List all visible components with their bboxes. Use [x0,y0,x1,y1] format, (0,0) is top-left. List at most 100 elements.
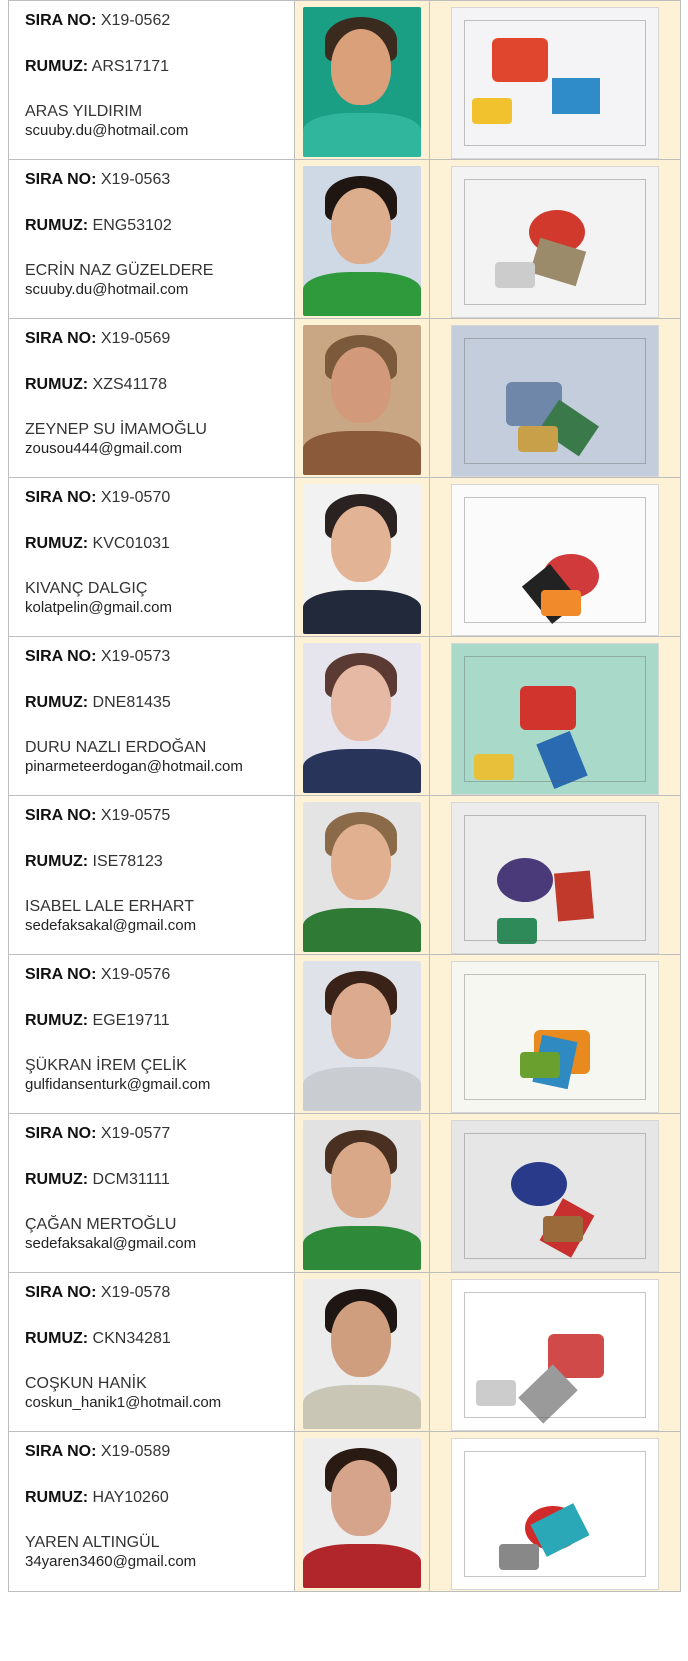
entry-info-cell: SIRA NO: X19-0576 RUMUZ: EGE19711 ŞÜKRAN… [8,954,295,1114]
student-photo-cell [294,1431,430,1592]
photo-face [331,506,391,582]
student-name: YAREN ALTINGÜL [25,1534,160,1551]
student-name: ÇAĞAN MERTOĞLU [25,1216,177,1233]
design-drawing-cell [429,954,681,1114]
entry-info-cell: SIRA NO: X19-0569 RUMUZ: XZS41178 ZEYNEP… [8,318,295,478]
rumuz-line: RUMUZ: EGE19711 [25,1011,294,1030]
photo-shirt [303,1385,421,1429]
sira-no-label: SIRA NO: [25,648,97,665]
sira-no-line: SIRA NO: X19-0577 [25,1124,294,1143]
design-drawing-cell [429,1272,681,1432]
sira-no-value: X19-0563 [100,171,171,188]
entry-row: SIRA NO: X19-0578 RUMUZ: CKN34281 COŞKUN… [8,1272,681,1432]
sira-no-line: SIRA NO: X19-0576 [25,965,294,984]
sira-no-value: X19-0576 [100,966,171,983]
rumuz-value: ARS17171 [91,58,170,75]
email-address: sedefaksakal@gmail.com [25,1235,197,1252]
sira-no-value: X19-0570 [100,489,171,506]
sira-no-label: SIRA NO: [25,1443,97,1460]
email-address: 34yaren3460@gmail.com [25,1553,197,1570]
sira-no-value: X19-0589 [100,1443,171,1460]
photo-face [331,1301,391,1377]
drawing-outline [464,20,646,146]
photo-face [331,29,391,105]
rumuz-line: RUMUZ: ARS17171 [25,57,294,76]
design-drawing-cell [429,159,681,319]
photo-face [331,665,391,741]
email-address: gulfidansenturk@gmail.com [25,1076,211,1093]
design-drawing-cell [429,1431,681,1592]
rumuz-line: RUMUZ: XZS41178 [25,375,294,394]
entry-row: SIRA NO: X19-0576 RUMUZ: EGE19711 ŞÜKRAN… [8,954,681,1114]
sira-no-label: SIRA NO: [25,330,97,347]
student-photo-cell [294,636,430,796]
design-drawing [451,802,659,954]
drawing-outline [464,1133,646,1259]
rumuz-line: RUMUZ: KVC01031 [25,534,294,553]
entry-row: SIRA NO: X19-0577 RUMUZ: DCM31111 ÇAĞAN … [8,1113,681,1273]
rumuz-line: RUMUZ: HAY10260 [25,1488,294,1507]
entry-info-cell: SIRA NO: X19-0575 RUMUZ: ISE78123 ISABEL… [8,795,295,955]
photo-shirt [303,908,421,952]
rumuz-line: RUMUZ: ISE78123 [25,852,294,871]
email-address: kolatpelin@gmail.com [25,599,172,616]
student-photo-cell [294,1272,430,1432]
rumuz-label: RUMUZ: [25,376,89,393]
design-drawing-cell [429,0,681,160]
student-name: ECRİN NAZ GÜZELDERE [25,262,214,279]
sira-no-value: X19-0562 [100,12,171,29]
photo-shirt [303,272,421,316]
drawing-outline [464,338,646,464]
sira-no-line: SIRA NO: X19-0563 [25,170,294,189]
sira-no-label: SIRA NO: [25,12,97,29]
email-address: scuuby.du@hotmail.com [25,122,189,139]
entry-info-cell: SIRA NO: X19-0562 RUMUZ: ARS17171 ARAS Y… [8,0,295,160]
photo-shirt [303,1544,421,1588]
student-name: KIVANÇ DALGIÇ [25,580,148,597]
student-photo [303,802,421,952]
photo-shirt [303,431,421,475]
entry-info-cell: SIRA NO: X19-0589 RUMUZ: HAY10260 YAREN … [8,1431,295,1592]
entry-row: SIRA NO: X19-0570 RUMUZ: KVC01031 KIVANÇ… [8,477,681,637]
rumuz-label: RUMUZ: [25,1171,89,1188]
student-name: ZEYNEP SU İMAMOĞLU [25,421,207,438]
sira-no-line: SIRA NO: X19-0562 [25,11,294,30]
drawing-outline [464,656,646,782]
design-drawing-cell [429,477,681,637]
rumuz-value: KVC01031 [92,535,170,552]
sira-no-value: X19-0573 [100,648,171,665]
sira-no-label: SIRA NO: [25,807,97,824]
rumuz-label: RUMUZ: [25,1012,89,1029]
design-drawing-cell [429,1113,681,1273]
email-address: sedefaksakal@gmail.com [25,917,197,934]
student-photo [303,484,421,634]
design-drawing [451,1438,659,1590]
rumuz-label: RUMUZ: [25,58,89,75]
entry-row: SIRA NO: X19-0562 RUMUZ: ARS17171 ARAS Y… [8,0,681,160]
sira-no-value: X19-0578 [100,1284,171,1301]
sira-no-label: SIRA NO: [25,1125,97,1142]
entry-info-cell: SIRA NO: X19-0573 RUMUZ: DNE81435 DURU N… [8,636,295,796]
entries-table: SIRA NO: X19-0562 RUMUZ: ARS17171 ARAS Y… [8,0,681,1592]
design-drawing [451,484,659,636]
design-drawing [451,166,659,318]
student-photo [303,166,421,316]
sira-no-line: SIRA NO: X19-0569 [25,329,294,348]
entry-row: SIRA NO: X19-0589 RUMUZ: HAY10260 YAREN … [8,1431,681,1592]
sira-no-label: SIRA NO: [25,966,97,983]
rumuz-label: RUMUZ: [25,853,89,870]
rumuz-value: DCM31111 [92,1171,170,1188]
photo-shirt [303,1067,421,1111]
rumuz-value: HAY10260 [92,1489,169,1506]
rumuz-line: RUMUZ: DCM31111 [25,1170,294,1189]
student-photo [303,1279,421,1429]
student-name: ISABEL LALE ERHART [25,898,194,915]
photo-face [331,824,391,900]
photo-shirt [303,113,421,157]
design-drawing [451,643,659,795]
student-photo [303,1120,421,1270]
student-photo-cell [294,477,430,637]
entry-info-cell: SIRA NO: X19-0578 RUMUZ: CKN34281 COŞKUN… [8,1272,295,1432]
entry-row: SIRA NO: X19-0573 RUMUZ: DNE81435 DURU N… [8,636,681,796]
drawing-outline [464,497,646,623]
